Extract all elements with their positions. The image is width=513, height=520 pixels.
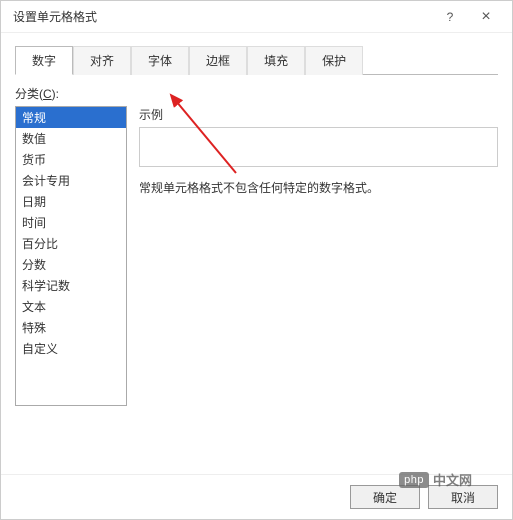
tab-strip: 数字 对齐 字体 边框 填充 保护 <box>15 45 498 75</box>
category-listbox[interactable]: 常规 数值 货币 会计专用 日期 时间 百分比 分数 科学记数 文本 特殊 自定… <box>15 106 127 406</box>
list-item[interactable]: 分数 <box>16 254 126 275</box>
dialog-title: 设置单元格格式 <box>9 8 432 25</box>
list-item[interactable]: 科学记数 <box>16 275 126 296</box>
category-label-pre: 分类( <box>15 87 43 101</box>
category-label: 分类(C): <box>15 85 498 102</box>
dialog-content: 数字 对齐 字体 边框 填充 保护 分类(C): 常规 数值 货币 会计专用 <box>1 33 512 474</box>
body-row: 常规 数值 货币 会计专用 日期 时间 百分比 分数 科学记数 文本 特殊 自定… <box>15 106 498 464</box>
list-item[interactable]: 日期 <box>16 191 126 212</box>
sample-label: 示例 <box>139 106 498 123</box>
close-icon[interactable]: × <box>468 3 504 31</box>
category-label-key: C <box>43 87 52 101</box>
list-item[interactable]: 特殊 <box>16 317 126 338</box>
list-item[interactable]: 常规 <box>16 107 126 128</box>
list-item[interactable]: 百分比 <box>16 233 126 254</box>
ok-button[interactable]: 确定 <box>350 485 420 509</box>
list-item[interactable]: 自定义 <box>16 338 126 359</box>
tab-fill[interactable]: 填充 <box>247 46 305 75</box>
tab-protection[interactable]: 保护 <box>305 46 363 75</box>
titlebar: 设置单元格格式 ? × <box>1 1 512 33</box>
tab-font[interactable]: 字体 <box>131 46 189 75</box>
list-item[interactable]: 会计专用 <box>16 170 126 191</box>
help-icon[interactable]: ? <box>432 3 468 31</box>
sample-box <box>139 127 498 167</box>
list-item[interactable]: 文本 <box>16 296 126 317</box>
right-panel: 示例 常规单元格格式不包含任何特定的数字格式。 <box>139 106 498 464</box>
format-description: 常规单元格格式不包含任何特定的数字格式。 <box>139 179 498 196</box>
dialog-footer: php 中文网 确定 取消 <box>1 474 512 519</box>
tab-border[interactable]: 边框 <box>189 46 247 75</box>
cancel-button[interactable]: 取消 <box>428 485 498 509</box>
format-cells-dialog: 设置单元格格式 ? × 数字 对齐 字体 边框 填充 保护 分类(C): 常规 <box>0 0 513 520</box>
list-item[interactable]: 数值 <box>16 128 126 149</box>
list-item[interactable]: 货币 <box>16 149 126 170</box>
tab-number[interactable]: 数字 <box>15 46 73 75</box>
category-label-post: ): <box>52 87 59 101</box>
list-item[interactable]: 时间 <box>16 212 126 233</box>
tab-alignment[interactable]: 对齐 <box>73 46 131 75</box>
